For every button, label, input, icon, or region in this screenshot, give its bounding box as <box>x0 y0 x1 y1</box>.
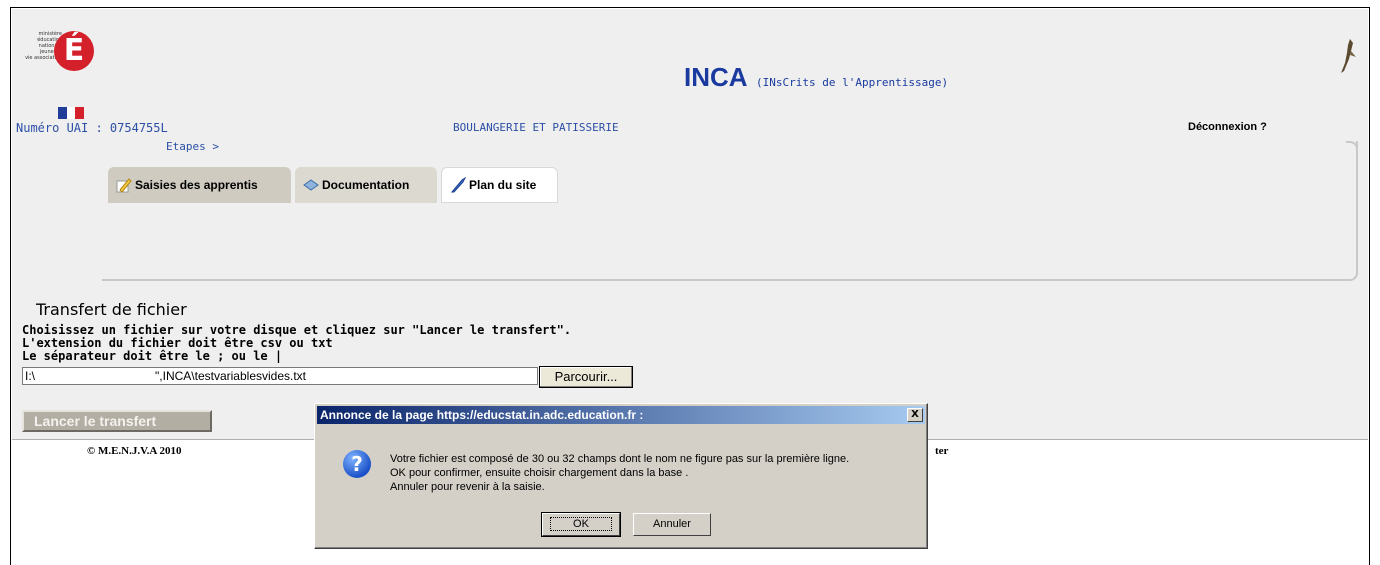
instruction-line: Choisissez un fichier sur votre disque e… <box>22 323 572 337</box>
logout-link[interactable]: Déconnexion ? <box>1188 121 1267 133</box>
file-path-input[interactable]: I:\ ",INCA\testvariablesvides.txt <box>22 367 538 385</box>
footer-text: ter <box>935 445 949 457</box>
page-content: ministère éducation nationale jeunesse v… <box>12 9 1368 440</box>
ministry-logo: ministère éducation nationale jeunesse v… <box>16 17 111 119</box>
confirm-dialog: Annonce de la page https://educstat.in.a… <box>314 403 928 549</box>
dialog-title: Annonce de la page https://educstat.in.a… <box>317 406 925 424</box>
republique-flag-icon <box>58 107 85 119</box>
pencil-icon <box>116 178 132 193</box>
question-icon: ? <box>343 450 371 478</box>
tab-documentation[interactable]: Documentation <box>295 167 437 203</box>
establishment-name: BOULANGERIE ET PATISSERIE <box>453 121 619 134</box>
uai-number: Numéro UAI : 0754755L <box>16 121 168 135</box>
tab-panel <box>102 141 1358 281</box>
tab-plan-du-site[interactable]: Plan du site <box>441 167 558 203</box>
transfer-title: Transfert de fichier <box>36 300 187 319</box>
instruction-line: Le séparateur doit être le ; ou le | <box>22 349 283 363</box>
instruction-line: L'extension du fichier doit être csv ou … <box>22 336 333 350</box>
logo-e-mark: É <box>54 31 94 71</box>
close-icon[interactable]: X <box>907 408 923 422</box>
launch-transfer-button[interactable]: Lancer le transfert <box>22 410 212 432</box>
ok-button[interactable]: OK <box>541 512 621 537</box>
bird-icon <box>1341 39 1356 73</box>
tab-saisies[interactable]: Saisies des apprentis <box>108 167 291 203</box>
copyright: © M.E.N.J.V.A 2010 <box>87 445 182 457</box>
dialog-message: Votre fichier est composé de 30 ou 32 ch… <box>390 453 850 493</box>
app-title: INCA (INsCrits de l'Apprentissage) <box>684 62 949 92</box>
cancel-button[interactable]: Annuler <box>633 513 711 536</box>
browse-button[interactable]: Parcourir... <box>539 366 633 388</box>
book-icon <box>303 179 319 191</box>
quill-icon <box>450 177 466 193</box>
